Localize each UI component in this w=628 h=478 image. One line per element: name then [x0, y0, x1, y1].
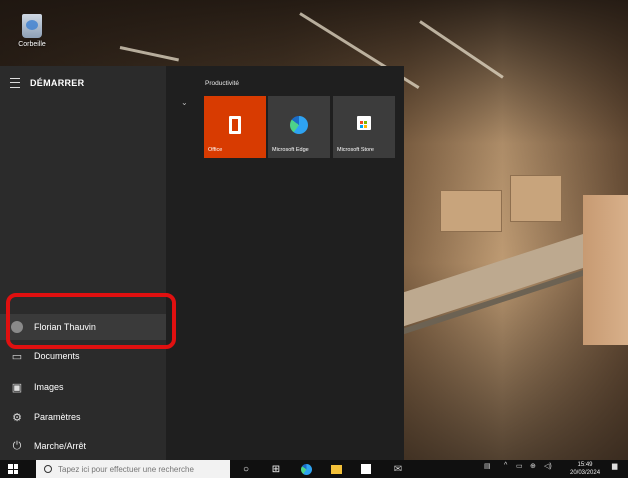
- wallpaper-box: [583, 195, 628, 345]
- office-icon: [229, 116, 241, 134]
- settings-button[interactable]: ⚙ Paramètres: [0, 404, 166, 430]
- recycle-bin-label: Corbeille: [18, 41, 46, 48]
- office-tile[interactable]: Office: [204, 96, 266, 158]
- power-label: Marche/Arrêt: [34, 441, 87, 451]
- volume-icon[interactable]: ◁): [544, 462, 552, 470]
- tile-group-label: Productivité: [205, 80, 239, 87]
- file-explorer-icon[interactable]: [330, 463, 342, 475]
- recycle-bin-icon: [22, 14, 42, 38]
- windows-start-button[interactable]: [8, 464, 18, 474]
- taskbar-search-box[interactable]: [36, 460, 230, 478]
- start-menu-rail: [0, 66, 166, 460]
- edge-tile-label: Microsoft Edge: [272, 147, 309, 153]
- power-icon: ⏻: [12, 439, 22, 452]
- images-label: Images: [34, 382, 64, 392]
- user-highlight-annotation: [6, 293, 176, 349]
- store-icon: [357, 116, 371, 130]
- start-menu-title: DÉMARRER: [30, 78, 85, 88]
- gear-icon: ⚙: [12, 411, 22, 424]
- store-tile[interactable]: Microsoft Store: [333, 96, 395, 158]
- hamburger-icon[interactable]: [10, 78, 20, 88]
- edge-icon: [290, 116, 308, 134]
- documents-label: Documents: [34, 351, 80, 361]
- edge-taskbar-icon[interactable]: [300, 463, 312, 475]
- wallpaper-boxes: [510, 175, 562, 222]
- settings-label: Paramètres: [34, 412, 81, 422]
- cortana-icon[interactable]: ○: [240, 463, 252, 475]
- recycle-bin-desktop-icon[interactable]: Corbeille: [14, 14, 50, 48]
- search-input[interactable]: [58, 464, 218, 474]
- notification-icon[interactable]: ▆: [612, 462, 617, 470]
- network-icon[interactable]: ⊕: [530, 462, 536, 470]
- image-icon: ▣: [11, 381, 23, 394]
- start-menu-header: DÉMARRER: [10, 78, 84, 88]
- power-button[interactable]: ⏻ Marche/Arrêt: [0, 433, 166, 459]
- chevron-down-icon[interactable]: ⌄: [181, 98, 188, 107]
- chevron-up-icon[interactable]: ^: [504, 462, 507, 469]
- mail-icon[interactable]: ✉: [392, 463, 404, 475]
- edge-tile[interactable]: Microsoft Edge: [268, 96, 330, 158]
- search-icon: [44, 465, 52, 473]
- store-taskbar-icon[interactable]: [360, 463, 372, 475]
- images-button[interactable]: ▣ Images: [0, 374, 166, 400]
- battery-icon[interactable]: ▭: [516, 462, 523, 470]
- wallpaper-boxes: [440, 190, 502, 232]
- clock-date: 20/03/2024: [570, 470, 601, 476]
- office-tile-label: Office: [208, 147, 223, 153]
- people-icon[interactable]: ▤: [484, 462, 491, 470]
- store-tile-label: Microsoft Store: [337, 147, 374, 153]
- document-icon: ▭: [11, 350, 23, 363]
- taskbar-clock[interactable]: 15:49 20/03/2024: [570, 461, 600, 477]
- task-view-icon[interactable]: ⊞: [270, 463, 282, 475]
- clock-time: 15:49: [577, 462, 593, 468]
